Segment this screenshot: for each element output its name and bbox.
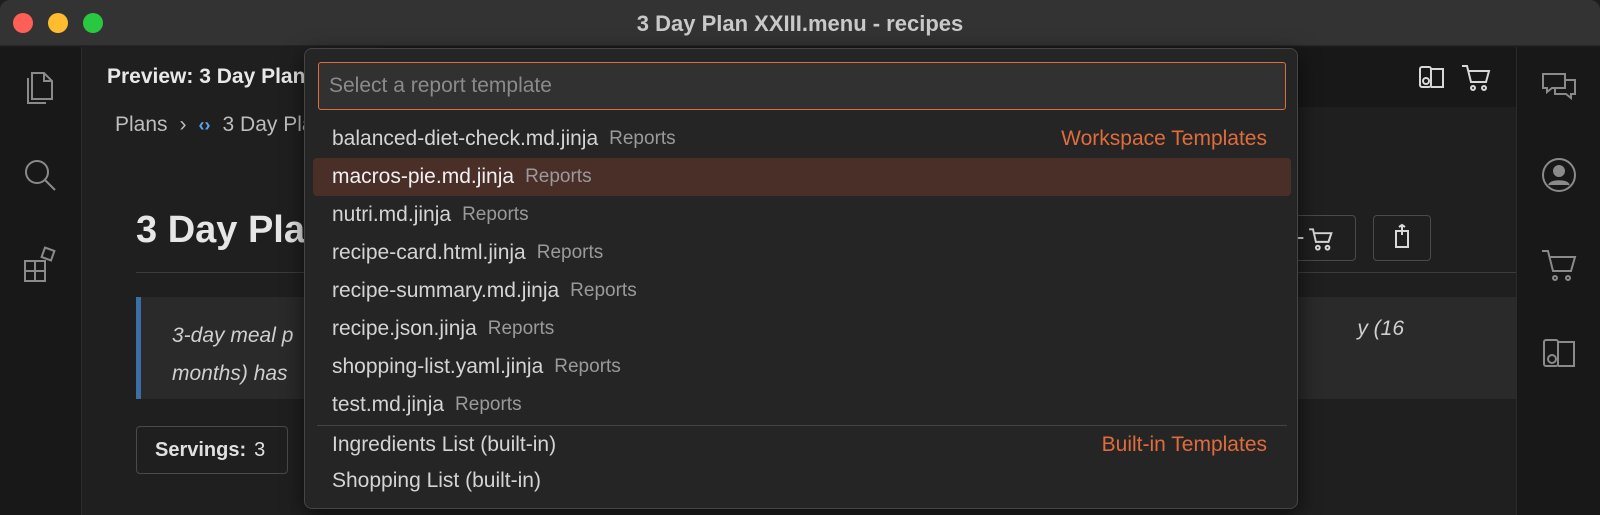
search-icon[interactable] xyxy=(18,153,62,197)
list-item[interactable]: nutri.md.jinja Reports xyxy=(313,196,1291,234)
account-icon[interactable] xyxy=(1537,153,1581,197)
list-item[interactable]: shopping-list.yaml.jinja Reports xyxy=(313,348,1291,386)
list-item[interactable]: Shopping List (built-in) xyxy=(313,463,1291,499)
template-list: balanced-diet-check.md.jinja Reports Wor… xyxy=(313,120,1291,499)
group-separator xyxy=(317,425,1287,426)
servings-label: Servings: xyxy=(155,438,247,461)
chat-icon[interactable] xyxy=(1537,65,1581,109)
list-item[interactable]: balanced-diet-check.md.jinja Reports Wor… xyxy=(313,120,1291,158)
extensions-icon[interactable] xyxy=(18,242,62,286)
open-preview-side-icon[interactable] xyxy=(1416,61,1448,93)
activity-bar-left xyxy=(0,47,82,515)
cart-icon[interactable] xyxy=(1537,242,1581,286)
export-icon xyxy=(1395,223,1409,248)
description-text-end: y (16 xyxy=(1357,317,1404,340)
breadcrumb-plans[interactable]: Plans xyxy=(115,113,168,137)
builtin-group-label: Built-in Templates xyxy=(1101,433,1267,456)
list-item[interactable]: recipe.json.jinja Reports xyxy=(313,310,1291,348)
servings-badge[interactable]: Servings: 3 xyxy=(136,426,288,474)
preview-icon[interactable] xyxy=(1537,330,1581,374)
list-item[interactable]: test.md.jinja Reports xyxy=(313,386,1291,424)
servings-value: 3 xyxy=(254,438,266,461)
list-item[interactable]: recipe-card.html.jinja Reports xyxy=(313,234,1291,272)
report-template-quick-pick: balanced-diet-check.md.jinja Reports Wor… xyxy=(304,48,1298,509)
list-item[interactable]: recipe-summary.md.jinja Reports xyxy=(313,272,1291,310)
list-item-selected[interactable]: macros-pie.md.jinja Reports xyxy=(313,158,1291,196)
list-item[interactable]: Ingredients List (built-in) Built-in Tem… xyxy=(313,427,1291,463)
chevron-right-icon: › xyxy=(179,113,187,136)
tab-actions xyxy=(1416,61,1492,93)
title-bar: 3 Day Plan XXIII.menu - recipes xyxy=(0,0,1600,46)
description-text: 3-day meal p months) has xyxy=(172,324,294,385)
export-button[interactable] xyxy=(1373,215,1431,261)
window-title: 3 Day Plan XXIII.menu - recipes xyxy=(636,11,964,36)
explorer-icon[interactable] xyxy=(18,65,62,109)
template-search-input[interactable] xyxy=(318,62,1286,110)
activity-bar-right xyxy=(1516,47,1600,515)
code-icon: ‹› xyxy=(198,114,211,135)
workspace-group-label: Workspace Templates xyxy=(1061,127,1267,150)
cart-icon[interactable] xyxy=(1460,61,1492,93)
